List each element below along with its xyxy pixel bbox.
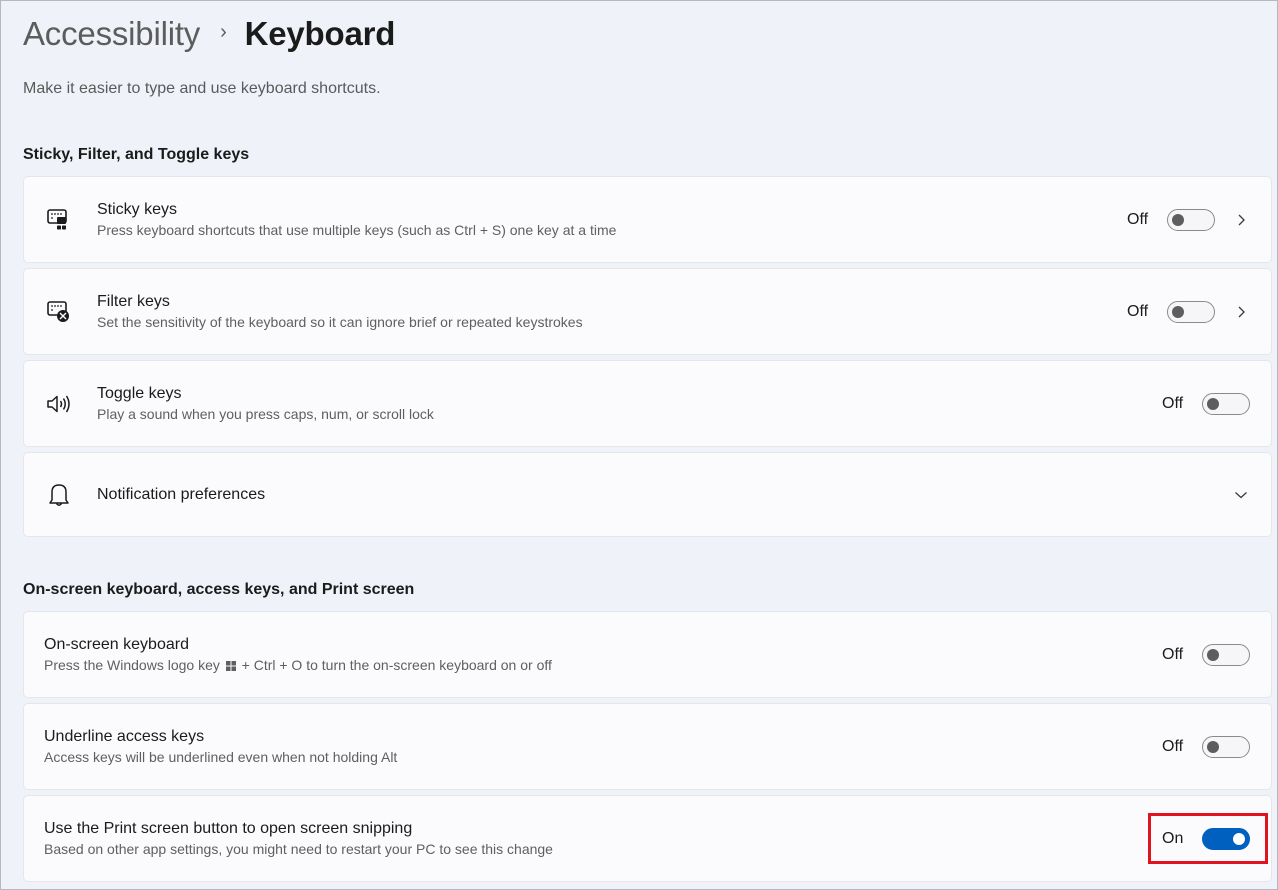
setting-text: Filter keys Set the sensitivity of the k… — [97, 292, 583, 332]
toggle-knob — [1172, 305, 1184, 318]
breadcrumb: Accessibility › Keyboard — [23, 9, 395, 59]
toggle-state-label: Off — [1127, 302, 1149, 320]
setting-subtitle: Set the sensitivity of the keyboard so i… — [97, 313, 583, 330]
setting-text: On-screen keyboard Press the Windows log… — [44, 635, 552, 675]
windows-logo-icon — [225, 656, 236, 671]
speaker-icon — [45, 390, 73, 418]
subtitle-text: Press the Windows logo key — [44, 656, 220, 673]
setting-underline-access-keys[interactable]: Underline access keys Access keys will b… — [23, 703, 1272, 790]
setting-title: On-screen keyboard — [44, 635, 189, 653]
setting-title: Use the Print screen button to open scre… — [44, 819, 413, 837]
sticky-keys-icon — [45, 206, 73, 234]
chevron-down-icon[interactable] — [1233, 487, 1249, 503]
setting-subtitle: Access keys will be underlined even when… — [44, 748, 398, 765]
setting-text: Notification preferences — [97, 485, 265, 505]
toggle-knob — [1207, 740, 1219, 753]
underline-access-keys-toggle[interactable] — [1202, 735, 1250, 758]
toggle-keys-toggle[interactable] — [1202, 392, 1250, 415]
subtitle-text: + Ctrl + O to turn the on-screen keyboar… — [237, 656, 552, 673]
setting-on-screen-keyboard[interactable]: On-screen keyboard Press the Windows log… — [23, 611, 1272, 698]
setting-title: Notification preferences — [97, 485, 266, 503]
toggle-knob — [1172, 213, 1184, 226]
setting-title: Underline access keys — [44, 727, 205, 745]
setting-filter-keys[interactable]: Filter keys Set the sensitivity of the k… — [23, 268, 1272, 355]
filter-keys-toggle[interactable] — [1167, 300, 1215, 323]
setting-subtitle: Play a sound when you press caps, num, o… — [97, 405, 434, 422]
setting-text: Underline access keys Access keys will b… — [44, 727, 397, 767]
on-screen-keyboard-toggle[interactable] — [1202, 643, 1250, 666]
setting-subtitle: Based on other app settings, you might n… — [44, 840, 553, 857]
setting-notification-preferences[interactable]: Notification preferences — [23, 452, 1272, 537]
chevron-right-icon — [1233, 212, 1249, 228]
setting-text: Toggle keys Play a sound when you press … — [97, 384, 434, 424]
bell-icon — [45, 481, 73, 509]
section-title-onscreen-access-print: On-screen keyboard, access keys, and Pri… — [23, 581, 415, 598]
highlight-annotation-box — [1148, 813, 1268, 864]
setting-title: Sticky keys — [97, 200, 178, 218]
sticky-keys-toggle[interactable] — [1167, 208, 1215, 231]
toggle-knob — [1207, 397, 1219, 410]
setting-toggle-keys[interactable]: Toggle keys Play a sound when you press … — [23, 360, 1272, 447]
toggle-state-label: Off — [1162, 394, 1184, 412]
toggle-knob — [1207, 648, 1219, 661]
setting-title: Filter keys — [97, 292, 170, 310]
toggle-state-label: Off — [1162, 737, 1184, 755]
filter-keys-icon — [45, 298, 73, 326]
setting-sticky-keys[interactable]: Sticky keys Press keyboard shortcuts tha… — [23, 176, 1272, 263]
breadcrumb-accessibility-link[interactable]: Accessibility — [23, 15, 200, 53]
breadcrumb-chevron-icon: › — [220, 20, 227, 43]
setting-text: Use the Print screen button to open scre… — [44, 819, 553, 859]
page-description: Make it easier to type and use keyboard … — [23, 80, 381, 97]
setting-subtitle: Press keyboard shortcuts that use multip… — [97, 221, 617, 238]
page-title: Keyboard — [244, 15, 396, 52]
setting-subtitle: Press the Windows logo key + Ctrl + O to… — [44, 655, 552, 675]
toggle-state-label: Off — [1162, 645, 1184, 663]
chevron-right-icon — [1233, 304, 1249, 320]
setting-title: Toggle keys — [97, 384, 182, 402]
toggle-state-label: Off — [1127, 210, 1149, 228]
setting-print-screen-snipping[interactable]: Use the Print screen button to open scre… — [23, 795, 1272, 882]
section-title-sticky-filter-toggle: Sticky, Filter, and Toggle keys — [23, 146, 250, 163]
setting-text: Sticky keys Press keyboard shortcuts tha… — [97, 200, 616, 240]
